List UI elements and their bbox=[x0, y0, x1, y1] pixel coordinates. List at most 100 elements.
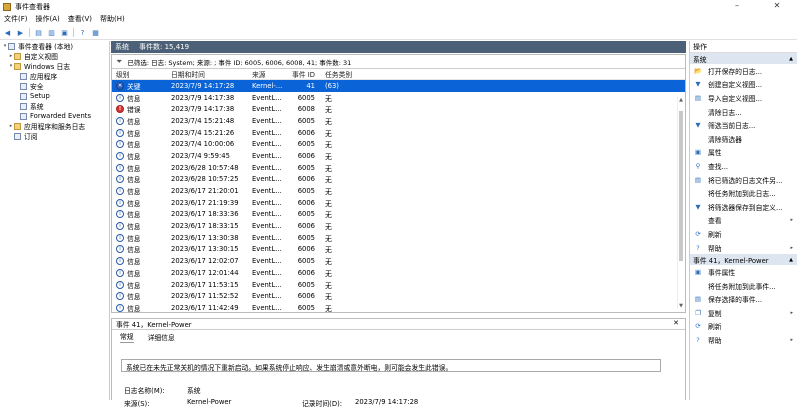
column-header-level[interactable]: 级别 bbox=[112, 69, 169, 79]
action-item[interactable]: ▤ 导入自定义视图... bbox=[690, 91, 797, 105]
tree-node[interactable]: ▸ 自定义视图 bbox=[0, 51, 109, 61]
tree-node-label: 应用程序 bbox=[30, 73, 58, 81]
tree-node[interactable]: ▾ 事件查看器 (本地) bbox=[0, 41, 109, 51]
show-action-pane-icon[interactable]: ▦ bbox=[91, 28, 100, 37]
tree-node[interactable]: 系统 bbox=[0, 101, 109, 111]
collapse-icon[interactable]: ▲ bbox=[789, 257, 793, 263]
column-header-datetime[interactable]: 日期和时间 bbox=[169, 69, 252, 79]
filter-icon: ⏷ bbox=[116, 56, 123, 66]
up-folder-icon[interactable]: ▤ bbox=[34, 28, 43, 37]
menu-action[interactable]: 操作(A) bbox=[36, 14, 60, 24]
tree-node[interactable]: ▾ Windows 日志 bbox=[0, 61, 109, 71]
table-row[interactable]: i 信息 2023/6/17 11:53:15 EventL... 6005 无 bbox=[112, 279, 685, 291]
collapse-icon[interactable]: ▲ bbox=[789, 56, 793, 62]
window-controls: – ✕ bbox=[717, 0, 797, 13]
log-icon bbox=[20, 82, 27, 90]
action-item[interactable]: ▤ 保存选择的事件... bbox=[690, 293, 797, 307]
action-item[interactable]: ? 帮助 ▸ bbox=[690, 333, 797, 347]
column-header-event-id[interactable]: 事件 ID bbox=[290, 69, 321, 79]
level-text: 信息 bbox=[127, 293, 141, 302]
tree-node-label: Windows 日志 bbox=[24, 63, 71, 71]
action-item[interactable]: ⟳ 刷新 bbox=[690, 227, 797, 241]
menu-view[interactable]: 查看(V) bbox=[68, 14, 92, 24]
tree-node-label: 订阅 bbox=[24, 133, 38, 141]
scrollbar-thumb[interactable] bbox=[679, 111, 683, 261]
table-row[interactable]: ! 错误 2023/7/9 14:17:38 EventL... 6008 无 bbox=[112, 103, 685, 115]
action-item[interactable]: ▼ 创建自定义视图... bbox=[690, 78, 797, 92]
level-cell: i 信息 bbox=[112, 163, 169, 173]
table-row[interactable]: i 信息 2023/6/28 10:57:48 EventL... 6005 无 bbox=[112, 162, 685, 174]
tree-node[interactable]: Forwarded Events bbox=[0, 111, 109, 121]
table-row[interactable]: i 信息 2023/6/17 11:52:52 EventL... 6006 无 bbox=[112, 290, 685, 302]
table-row[interactable]: i 信息 2023/7/4 15:21:26 EventL... 6006 无 bbox=[112, 127, 685, 139]
action-item[interactable]: 将任务附加到此事件... bbox=[690, 279, 797, 293]
properties-icon[interactable]: ▣ bbox=[60, 28, 69, 37]
table-row[interactable]: i 信息 2023/7/4 15:21:48 EventL... 6005 无 bbox=[112, 115, 685, 127]
tree-node[interactable]: ▸ 应用程序和服务日志 bbox=[0, 121, 109, 131]
menu-help[interactable]: 帮助(H) bbox=[100, 14, 125, 24]
level-text: 关键 bbox=[127, 82, 141, 91]
column-header-source[interactable]: 来源 bbox=[252, 69, 290, 79]
action-item[interactable]: ▣ 属性 bbox=[690, 146, 797, 160]
table-row[interactable]: ✕ 关键 2023/7/9 14:17:28 Kernel-... 41 (63) bbox=[112, 80, 685, 92]
event-id-cell: 6005 bbox=[297, 280, 315, 289]
help-icon[interactable]: ? bbox=[78, 28, 87, 37]
table-row[interactable]: i 信息 2023/6/28 10:57:25 EventL... 6006 无 bbox=[112, 174, 685, 186]
event-list-scrollbar[interactable]: ▲ ▼ bbox=[677, 97, 683, 309]
tab-details[interactable]: 详细信息 bbox=[148, 332, 175, 342]
column-header-task-category[interactable]: 任务类别 bbox=[321, 69, 361, 79]
submenu-arrow-icon: ▸ bbox=[790, 337, 793, 344]
action-item[interactable]: ? 帮助 ▸ bbox=[690, 241, 797, 255]
actions-section-log[interactable]: 系统 ▲ bbox=[690, 53, 797, 64]
table-row[interactable]: i 信息 2023/6/17 13:30:38 EventL... 6005 无 bbox=[112, 232, 685, 244]
close-button[interactable]: ✕ bbox=[757, 0, 797, 13]
action-item[interactable]: ▤ 将已筛选的日志文件另... bbox=[690, 173, 797, 187]
action-item[interactable]: ▼ 筛选当前日志... bbox=[690, 118, 797, 132]
action-item[interactable]: ▼ 将筛选器保存到自定义... bbox=[690, 200, 797, 214]
action-item[interactable]: 清除日志... bbox=[690, 105, 797, 119]
show-hide-tree-icon[interactable]: ▥ bbox=[47, 28, 56, 37]
menu-file[interactable]: 文件(F) bbox=[4, 14, 28, 24]
table-row[interactable]: i 信息 2023/7/4 9:59:45 EventL... 6006 无 bbox=[112, 150, 685, 162]
action-item[interactable]: ▣ 事件属性 bbox=[690, 265, 797, 279]
table-row[interactable]: i 信息 2023/6/17 18:33:36 EventL... 6005 无 bbox=[112, 209, 685, 221]
tree-node[interactable]: Setup bbox=[0, 91, 109, 101]
source-cell: EventL... bbox=[252, 233, 282, 242]
action-item[interactable]: 📂 打开保存的日志... bbox=[690, 64, 797, 78]
table-row[interactable]: i 信息 2023/6/17 21:19:39 EventL... 6006 无 bbox=[112, 197, 685, 209]
action-item[interactable]: 将任务附加到此日志... bbox=[690, 186, 797, 200]
table-row[interactable]: i 信息 2023/6/17 12:01:44 EventL... 6006 无 bbox=[112, 267, 685, 279]
tree-node[interactable]: 应用程序 bbox=[0, 71, 109, 81]
action-item[interactable]: 查看 ▸ bbox=[690, 214, 797, 228]
table-row[interactable]: i 信息 2023/6/17 21:20:01 EventL... 6005 无 bbox=[112, 185, 685, 197]
action-item[interactable]: ❐ 复制 ▸ bbox=[690, 306, 797, 320]
table-row[interactable]: i 信息 2023/6/17 18:33:15 EventL... 6006 无 bbox=[112, 220, 685, 232]
actions-section-event[interactable]: 事件 41，Kernel-Power ▲ bbox=[690, 254, 797, 266]
back-arrow-icon[interactable]: ◀ bbox=[3, 28, 12, 37]
tree-node[interactable]: 安全 bbox=[0, 81, 109, 91]
scroll-up-icon[interactable]: ▲ bbox=[678, 97, 684, 103]
tab-general[interactable]: 常规 bbox=[120, 331, 134, 343]
action-item[interactable]: 清除筛选器 bbox=[690, 132, 797, 146]
table-row[interactable]: i 信息 2023/6/17 13:30:15 EventL... 6006 无 bbox=[112, 244, 685, 256]
task-category-cell: 无 bbox=[325, 293, 332, 302]
table-row[interactable]: i 信息 2023/6/17 12:02:07 EventL... 6005 无 bbox=[112, 255, 685, 267]
datetime-cell: 2023/7/4 15:21:48 bbox=[171, 116, 235, 125]
properties-icon: ▣ bbox=[694, 148, 702, 157]
log-name-value: 系统 bbox=[187, 387, 201, 395]
action-item[interactable]: ⟳ 刷新 bbox=[690, 320, 797, 334]
minimize-button[interactable]: – bbox=[717, 0, 757, 13]
datetime-cell: 2023/6/28 10:57:25 bbox=[171, 175, 239, 184]
scroll-down-icon[interactable]: ▼ bbox=[678, 303, 684, 309]
action-item[interactable]: ⚲ 查找... bbox=[690, 159, 797, 173]
info-icon: i bbox=[116, 233, 124, 242]
tree-node[interactable]: 订阅 bbox=[0, 131, 109, 141]
level-cell: i 信息 bbox=[112, 198, 169, 208]
table-row[interactable]: i 信息 2023/7/9 14:17:38 EventL... 6005 无 bbox=[112, 92, 685, 104]
action-label: 筛选当前日志... bbox=[708, 122, 756, 131]
task-category-cell: 无 bbox=[325, 164, 332, 173]
table-row[interactable]: i 信息 2023/7/4 10:00:06 EventL... 6005 无 bbox=[112, 138, 685, 150]
forward-arrow-icon[interactable]: ▶ bbox=[16, 28, 25, 37]
table-row[interactable]: i 信息 2023/6/17 11:42:49 EventL... 6005 无 bbox=[112, 302, 685, 314]
detail-close-icon[interactable]: ✕ bbox=[673, 319, 679, 327]
